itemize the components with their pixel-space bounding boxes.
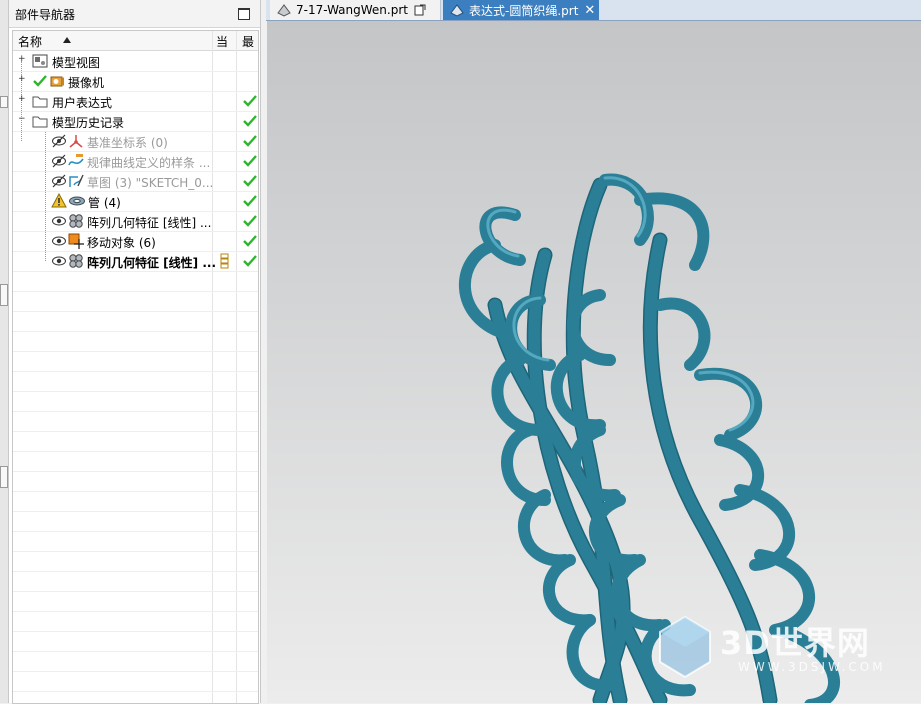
- expand-plus-icon[interactable]: +: [18, 95, 26, 104]
- checkmark-icon: [242, 173, 258, 192]
- column-header-latest[interactable]: 最: [242, 33, 254, 50]
- watermark-logo-icon: [659, 615, 711, 679]
- checkmark-icon: [242, 213, 258, 232]
- tree-row-sketch[interactable]: 草图 (3) "SKETCH_0...: [13, 171, 258, 192]
- tab-expression-cylinder-rope[interactable]: 表达式-圆筒织绳.prt ✕: [443, 0, 599, 20]
- sketch-icon: [68, 173, 84, 189]
- strip-tab-marker[interactable]: [0, 96, 8, 108]
- maximize-icon[interactable]: [238, 8, 250, 20]
- pattern-feature-icon: [68, 213, 84, 229]
- sort-ascending-icon: [63, 37, 71, 43]
- tree-row-tube[interactable]: 管 (4): [13, 191, 258, 212]
- column-header-current[interactable]: 当: [216, 33, 228, 50]
- law-spline-icon: [68, 153, 84, 169]
- eye-icon[interactable]: [51, 253, 67, 269]
- camera-icon: [49, 73, 65, 89]
- knitted-rope-model: [458, 173, 840, 703]
- checkmark-icon: [242, 113, 258, 132]
- folder-icon: [32, 93, 49, 109]
- tube-icon: [68, 193, 86, 209]
- tree-row-model-history[interactable]: − 模型历史记录: [13, 111, 258, 132]
- tree-row-law-spline[interactable]: 规律曲线定义的样条 ...: [13, 151, 258, 172]
- model-view-icon: [32, 53, 48, 69]
- tree-row-cameras[interactable]: + 摄像机: [13, 71, 258, 92]
- checkmark-icon: [242, 93, 258, 112]
- tree-header: 名称 当 最: [13, 31, 258, 51]
- checkmark-icon: [242, 253, 258, 272]
- tree-row-pattern-geometry-2[interactable]: 阵列几何特征 [线性] ...: [13, 251, 258, 272]
- document-tab-bar: 7-17-WangWen.prt 表达式-圆筒织绳.prt ✕: [266, 0, 921, 21]
- tree-row-label: 模型历史记录: [52, 116, 125, 130]
- tree-row-datum-csys[interactable]: 基准坐标系 (0): [13, 131, 258, 152]
- warning-icon: [51, 193, 67, 209]
- navigator-tree[interactable]: 名称 当 最 + 模型视图 + 摄像机 + 用户表达式 − 模型历史记录 基准坐…: [12, 30, 259, 704]
- part-file-icon: [449, 2, 465, 18]
- part-navigator-panel: 部件导航器 名称 当 最 + 模型视图 + 摄像机 + 用户表达式 − 模型历史…: [9, 0, 261, 704]
- tree-row-label: 规律曲线定义的样条 ...: [87, 156, 211, 170]
- tree-row-user-expressions[interactable]: + 用户表达式: [13, 91, 258, 112]
- strip-tab-marker[interactable]: [0, 466, 8, 488]
- close-icon[interactable]: ✕: [584, 3, 595, 18]
- hidden-eye-icon[interactable]: [51, 173, 67, 189]
- graphics-viewport[interactable]: [267, 21, 921, 703]
- tree-row-label: 移动对象 (6): [87, 236, 156, 250]
- checkmark-icon: [242, 233, 258, 252]
- hidden-eye-icon[interactable]: [51, 133, 67, 149]
- watermark-text: 3D世界网: [720, 624, 870, 662]
- eye-icon[interactable]: [51, 213, 67, 229]
- tree-row-label: 模型视图: [52, 56, 101, 70]
- left-resource-strip: [0, 0, 9, 703]
- tree-row-label: 用户表达式: [52, 96, 113, 110]
- checkmark-icon: [242, 153, 258, 172]
- tab-label: 表达式-圆筒织绳.prt: [469, 3, 579, 18]
- checkmark-icon: [242, 133, 258, 152]
- navigator-title-bar: 部件导航器: [9, 0, 260, 28]
- datum-csys-icon: [68, 133, 84, 149]
- tree-row-label: 阵列几何特征 [线性] ...: [87, 256, 217, 270]
- strip-tab-marker[interactable]: [0, 284, 8, 306]
- column-header-name[interactable]: 名称: [18, 33, 42, 50]
- part-file-icon: [276, 2, 292, 18]
- modified-doc-icon: [414, 4, 426, 16]
- eye-icon[interactable]: [51, 233, 67, 249]
- tree-row-move-object[interactable]: 移动对象 (6): [13, 231, 258, 252]
- tree-row-pattern-geometry-1[interactable]: 阵列几何特征 [线性] ...: [13, 211, 258, 232]
- navigator-title: 部件导航器: [15, 8, 76, 22]
- expand-plus-icon[interactable]: +: [18, 55, 26, 64]
- tree-row-label: 草图 (3) "SKETCH_0...: [87, 176, 214, 190]
- watermark-url: WWW.3DSJW.COM: [738, 660, 886, 674]
- hidden-eye-icon[interactable]: [51, 153, 67, 169]
- pattern-feature-icon: [68, 253, 84, 269]
- tree-row-label: 基准坐标系 (0): [87, 136, 168, 150]
- expand-plus-icon[interactable]: +: [18, 75, 26, 84]
- tree-row-label: 管 (4): [88, 196, 121, 210]
- folder-icon: [32, 113, 49, 129]
- tree-row-label: 摄像机: [68, 76, 105, 90]
- current-feature-marker-icon: [220, 253, 230, 272]
- tab-7-17-wangwen[interactable]: 7-17-WangWen.prt: [270, 0, 441, 20]
- tab-label: 7-17-WangWen.prt: [296, 3, 408, 17]
- tree-row-model-views[interactable]: + 模型视图: [13, 51, 258, 72]
- checkmark-icon: [32, 73, 48, 89]
- checkmark-icon: [242, 193, 258, 212]
- collapse-minus-icon[interactable]: −: [18, 115, 26, 124]
- tree-row-label: 阵列几何特征 [线性] ...: [87, 216, 212, 230]
- move-object-icon: [68, 233, 84, 249]
